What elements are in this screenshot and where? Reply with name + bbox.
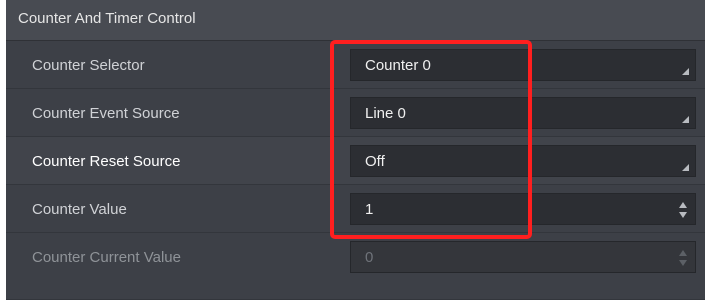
counter-reset-source-dropdown[interactable]: Off — [350, 145, 696, 177]
counter-event-source-label: Counter Event Source — [32, 105, 180, 122]
row-counter-event-source: Counter Event Source Line 0 — [6, 89, 705, 137]
counter-value-input[interactable]: 1 — [365, 201, 373, 218]
counter-event-source-value: Line 0 — [365, 105, 406, 122]
counter-value-label: Counter Value — [32, 201, 127, 218]
counter-value-spinbox[interactable]: 1 — [350, 193, 696, 225]
counter-reset-source-label: Counter Reset Source — [32, 153, 181, 170]
up-down-arrows-icon — [679, 249, 688, 267]
counter-selector-value: Counter 0 — [365, 57, 431, 74]
section-header[interactable]: Counter And Timer Control — [6, 0, 705, 41]
counter-reset-source-value: Off — [365, 153, 385, 170]
counter-current-value-label: Counter Current Value — [32, 249, 181, 266]
counter-timer-panel: Counter And Timer Control Counter Select… — [6, 0, 705, 300]
row-counter-value: Counter Value 1 — [6, 185, 705, 233]
dropdown-corner-icon[interactable] — [682, 116, 689, 123]
dropdown-corner-icon[interactable] — [682, 164, 689, 171]
dropdown-corner-icon[interactable] — [682, 68, 689, 75]
spin-up-icon — [679, 250, 687, 256]
row-counter-selector: Counter Selector Counter 0 — [6, 41, 705, 89]
section-title: Counter And Timer Control — [18, 10, 196, 27]
counter-current-value-input: 0 — [365, 249, 374, 266]
counter-selector-dropdown[interactable]: Counter 0 — [350, 49, 696, 81]
spin-down-icon[interactable] — [679, 212, 687, 218]
up-down-arrows-icon[interactable] — [679, 201, 688, 219]
spin-up-icon[interactable] — [679, 202, 687, 208]
spin-down-icon — [679, 260, 687, 266]
counter-event-source-dropdown[interactable]: Line 0 — [350, 97, 696, 129]
row-counter-reset-source: Counter Reset Source Off — [6, 137, 705, 185]
counter-selector-label: Counter Selector — [32, 57, 145, 74]
row-counter-current-value: Counter Current Value 0 — [6, 233, 705, 300]
counter-current-value-spinbox: 0 — [350, 241, 696, 273]
